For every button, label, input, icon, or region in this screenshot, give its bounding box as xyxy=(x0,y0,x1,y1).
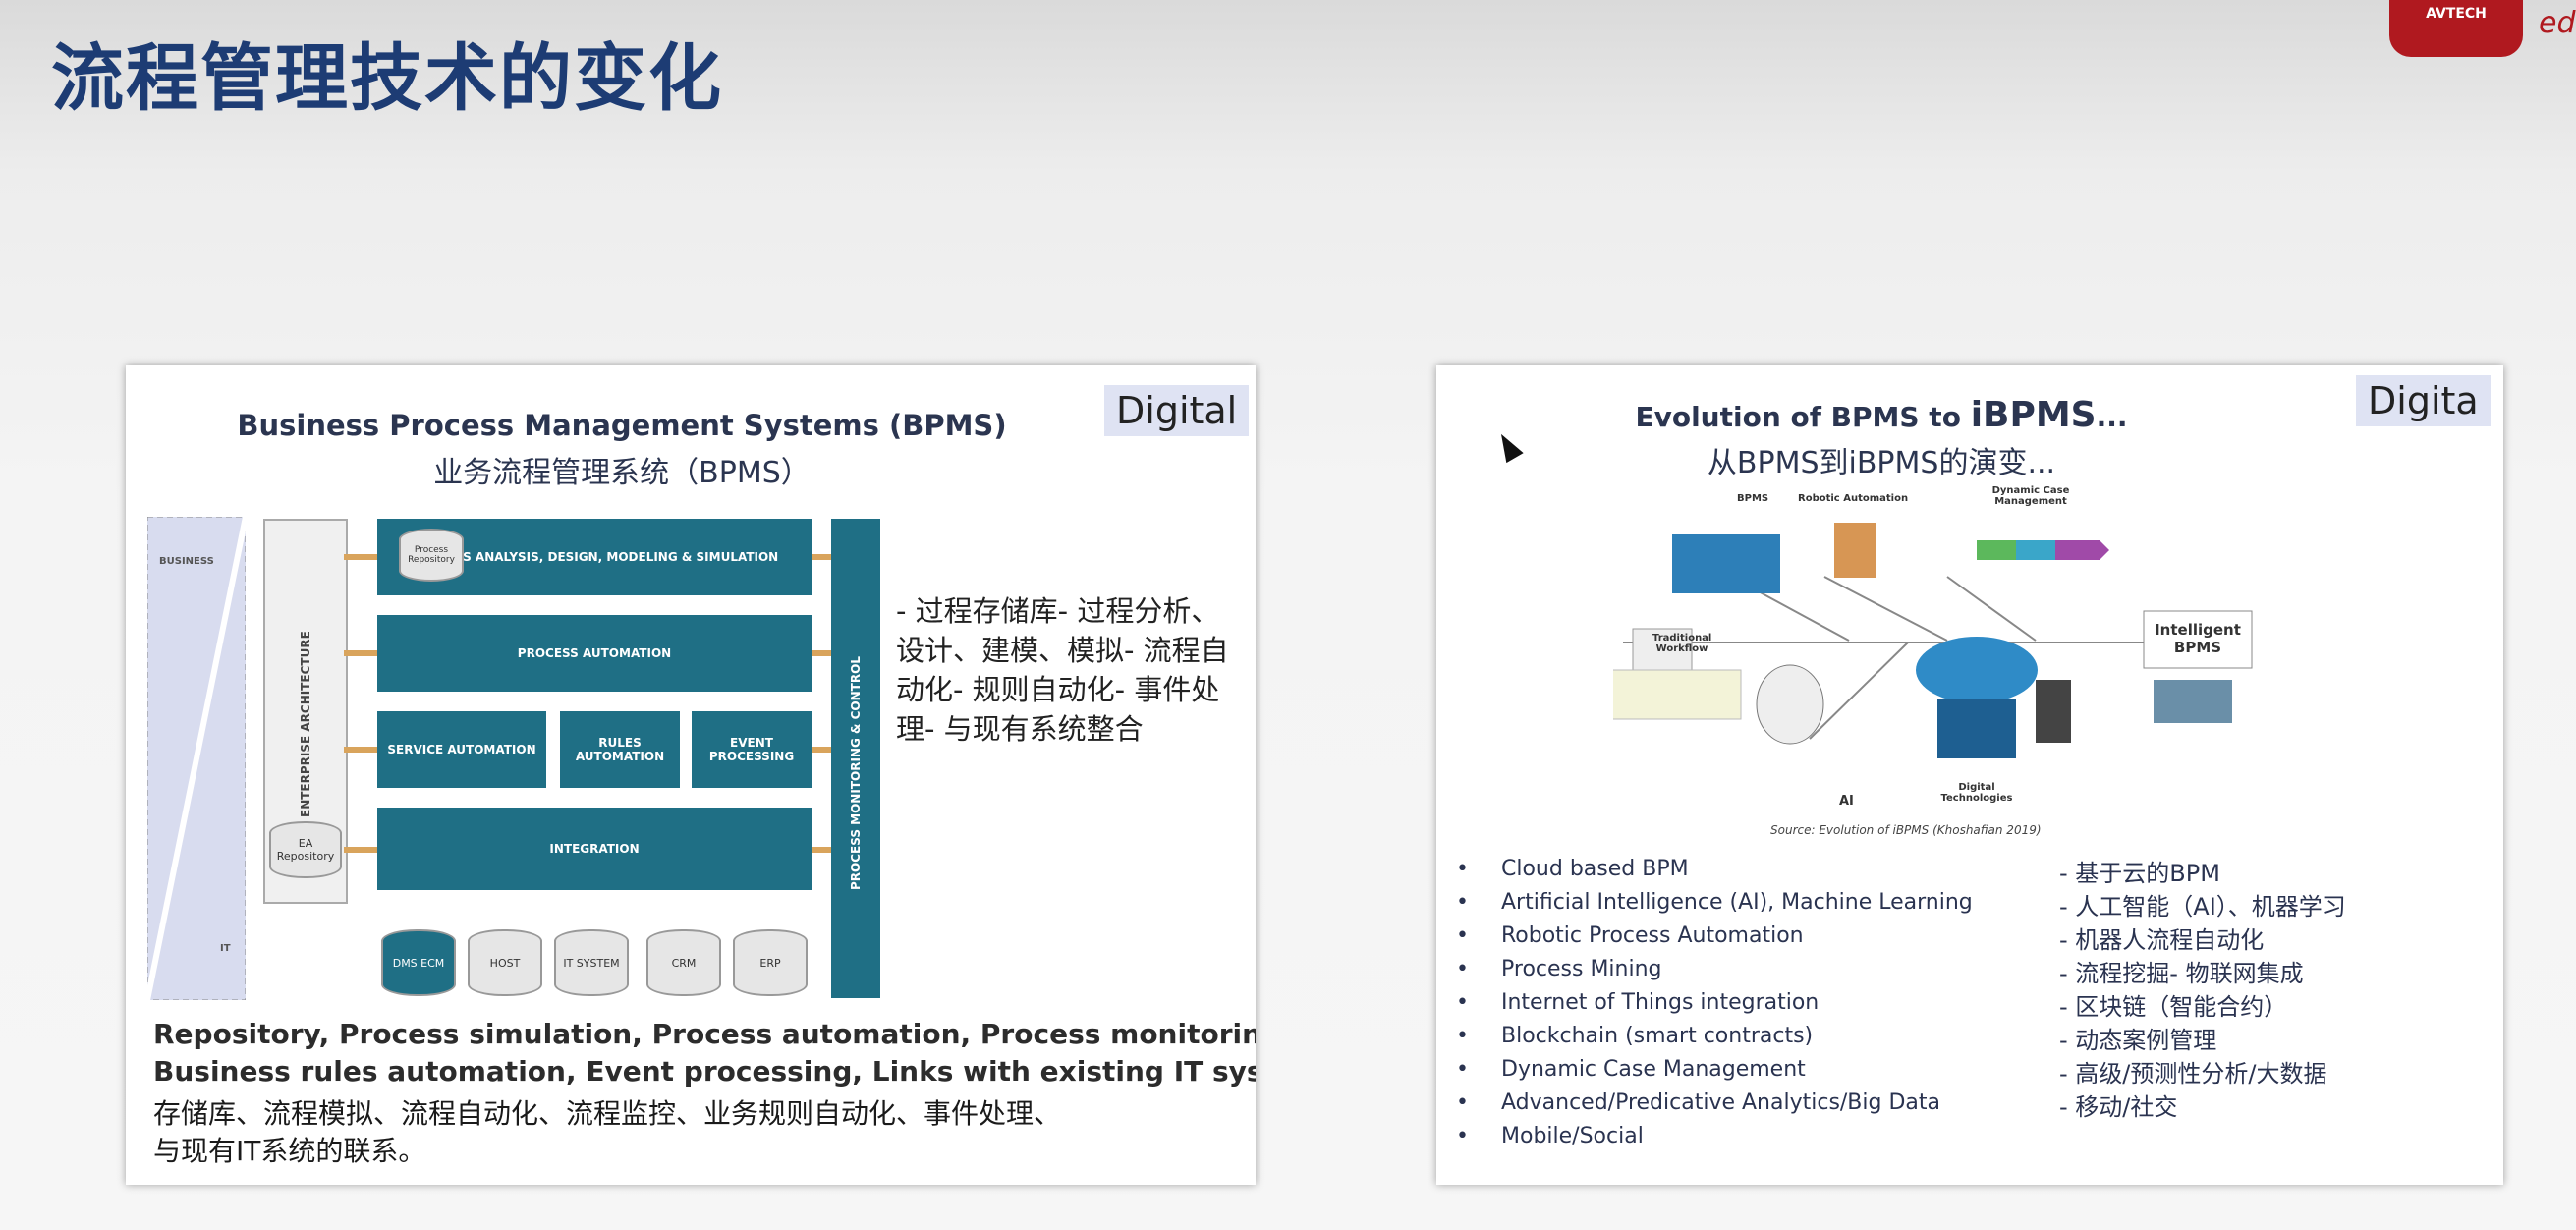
bullet-marker: • xyxy=(1456,857,1469,881)
title-strong: iBPMS xyxy=(1970,395,2097,435)
bullet-text: Mobile/Social xyxy=(1501,1124,1644,1148)
source-caption: Source: Evolution of iBPMS (Khoshafian 2… xyxy=(1770,823,2042,837)
system-crm: CRM xyxy=(646,929,721,996)
bpms-label: BPMS xyxy=(1737,493,1769,504)
list-item: - 高级/预测性分析/大数据 xyxy=(2059,1060,2327,1088)
slide-title: 流程管理技术的变化 xyxy=(51,36,723,121)
process-automation-box: PROCESS AUTOMATION xyxy=(377,615,812,692)
list-item: - 动态案例管理 xyxy=(2059,1027,2217,1054)
list-item: • Robotic Process Automation xyxy=(1456,920,1973,953)
bullet-marker: • xyxy=(1456,1090,1469,1115)
event-processing-box: EVENT PROCESSING xyxy=(692,711,812,788)
bullet-text: Blockchain (smart contracts) xyxy=(1501,1024,1814,1048)
connector xyxy=(812,747,831,753)
business-it-band xyxy=(147,517,246,1000)
list-item: • Dynamic Case Management xyxy=(1456,1053,1973,1087)
list-item: - 区块链（智能合约） xyxy=(2059,993,2288,1021)
connector xyxy=(344,747,377,753)
enterprise-architecture-label: ENTERPRISE ARCHITECTURE xyxy=(299,631,312,817)
system-erp: ERP xyxy=(733,929,808,996)
list-item: - 流程挖掘- 物联网集成 xyxy=(2059,960,2304,987)
list-item: - 人工智能（AI）、机器学习 xyxy=(2059,893,2346,921)
system-it-system: IT SYSTEM xyxy=(554,929,629,996)
bullet-text: Robotic Process Automation xyxy=(1501,923,1804,948)
connector xyxy=(344,554,377,560)
service-automation-box: SERVICE AUTOMATION xyxy=(377,711,546,788)
panel-title-en: Evolution of BPMS to iBPMS... xyxy=(1436,395,2415,435)
bullet-text: Dynamic Case Management xyxy=(1501,1057,1806,1082)
monitoring-label: PROCESS MONITORING & CONTROL xyxy=(849,656,863,890)
ea-repository: EA Repository xyxy=(269,821,342,878)
bullet-text: Artificial Intelligence (AI), Machine Le… xyxy=(1501,890,1973,915)
list-item: • Cloud based BPM xyxy=(1456,853,1973,886)
dynamic-case-label: Dynamic Case Management xyxy=(1991,485,2070,507)
bottom-text-cn-1: 存储库、流程模拟、流程自动化、流程监控、业务规则自动化、事件处理、 xyxy=(153,1097,1062,1130)
bullet-marker: • xyxy=(1456,990,1469,1015)
bottom-text-en-1: Repository, Process simulation, Process … xyxy=(153,1018,1256,1050)
bullet-marker: • xyxy=(1456,1124,1469,1148)
panel-title-cn: 从BPMS到iBPMS的演变... xyxy=(1707,446,2056,480)
panel-title-cn: 业务流程管理系统（BPMS） xyxy=(433,456,811,490)
robotic-automation-label: Robotic Automation xyxy=(1798,493,1909,504)
list-item: • Process Mining xyxy=(1456,953,1973,986)
list-item: - 机器人流程自动化 xyxy=(2059,926,2265,954)
connector xyxy=(812,650,831,656)
title-prefix: Evolution of BPMS to xyxy=(1635,401,1971,433)
list-item: - 基于云的BPM xyxy=(2059,860,2220,887)
list-item: • Internet of Things integration xyxy=(1456,986,1973,1020)
list-item: • Blockchain (smart contracts) xyxy=(1456,1020,1973,1053)
bullet-text: Process Mining xyxy=(1501,957,1662,981)
bullet-marker: • xyxy=(1456,890,1469,915)
digital-technologies-label: Digital Technologies xyxy=(1940,782,2013,804)
it-label: IT xyxy=(220,943,231,954)
system-host: HOST xyxy=(468,929,542,996)
connector xyxy=(812,847,831,853)
connector xyxy=(344,847,377,853)
bottom-text-cn-2: 与现有IT系统的联系。 xyxy=(153,1135,426,1167)
bpms-cn-bullets: - 过程存储库- 过程分析、设计、建模、模拟- 流程自动化- 规则自动化- 事件… xyxy=(896,594,1229,746)
list-item: • Artificial Intelligence (AI), Machine L… xyxy=(1456,886,1973,920)
connector xyxy=(344,650,377,656)
bullet-marker: • xyxy=(1456,957,1469,981)
title-suffix: ... xyxy=(2096,401,2128,433)
bullet-text: Cloud based BPM xyxy=(1501,857,1689,881)
integration-box: INTEGRATION xyxy=(377,808,812,890)
list-item: • Mobile/Social xyxy=(1456,1120,1973,1153)
ibpms-cn-bullets: - 基于云的BPM - 人工智能（AI）、机器学习 - 机器人流程自动化 - 流… xyxy=(2059,857,2346,1124)
logo-text: AVTECH xyxy=(2426,6,2487,22)
business-label: BUSINESS xyxy=(159,556,214,567)
panel-title-en: Business Process Management Systems (BPM… xyxy=(237,409,1007,442)
bottom-text-en-2: Business rules automation, Event process… xyxy=(153,1055,1256,1088)
bullet-text: Advanced/Predicative Analytics/Big Data xyxy=(1501,1090,1941,1115)
bullet-marker: • xyxy=(1456,1057,1469,1082)
brand-logo: AVTECH xyxy=(2389,0,2523,57)
system-dms-ecm: DMS ECM xyxy=(381,929,456,996)
list-item: • Advanced/Predicative Analytics/Big Data xyxy=(1456,1087,1973,1120)
intelligent-bpms-label: Intelligent BPMS xyxy=(2155,621,2241,656)
rules-automation-box: RULES AUTOMATION xyxy=(560,711,680,788)
process-repository: Process Repository xyxy=(399,529,464,582)
logo-right-text: ed xyxy=(2539,6,2576,40)
bpms-panel: Digital Business Process Management Syst… xyxy=(126,365,1256,1185)
connector xyxy=(812,554,831,560)
ai-label: AI xyxy=(1839,794,1854,809)
bullet-marker: • xyxy=(1456,923,1469,948)
bullet-marker: • xyxy=(1456,1024,1469,1048)
ibpms-panel: Digita Evolution of BPMS to iBPMS... 从BP… xyxy=(1436,365,2503,1185)
list-item: - 移动/社交 xyxy=(2059,1093,2178,1121)
ibpms-en-bullets: • Cloud based BPM • Artificial Intelligenc… xyxy=(1456,853,1973,1153)
traditional-workflow-label: Traditional Workflow xyxy=(1652,633,1712,654)
bullet-text: Internet of Things integration xyxy=(1501,990,1820,1015)
